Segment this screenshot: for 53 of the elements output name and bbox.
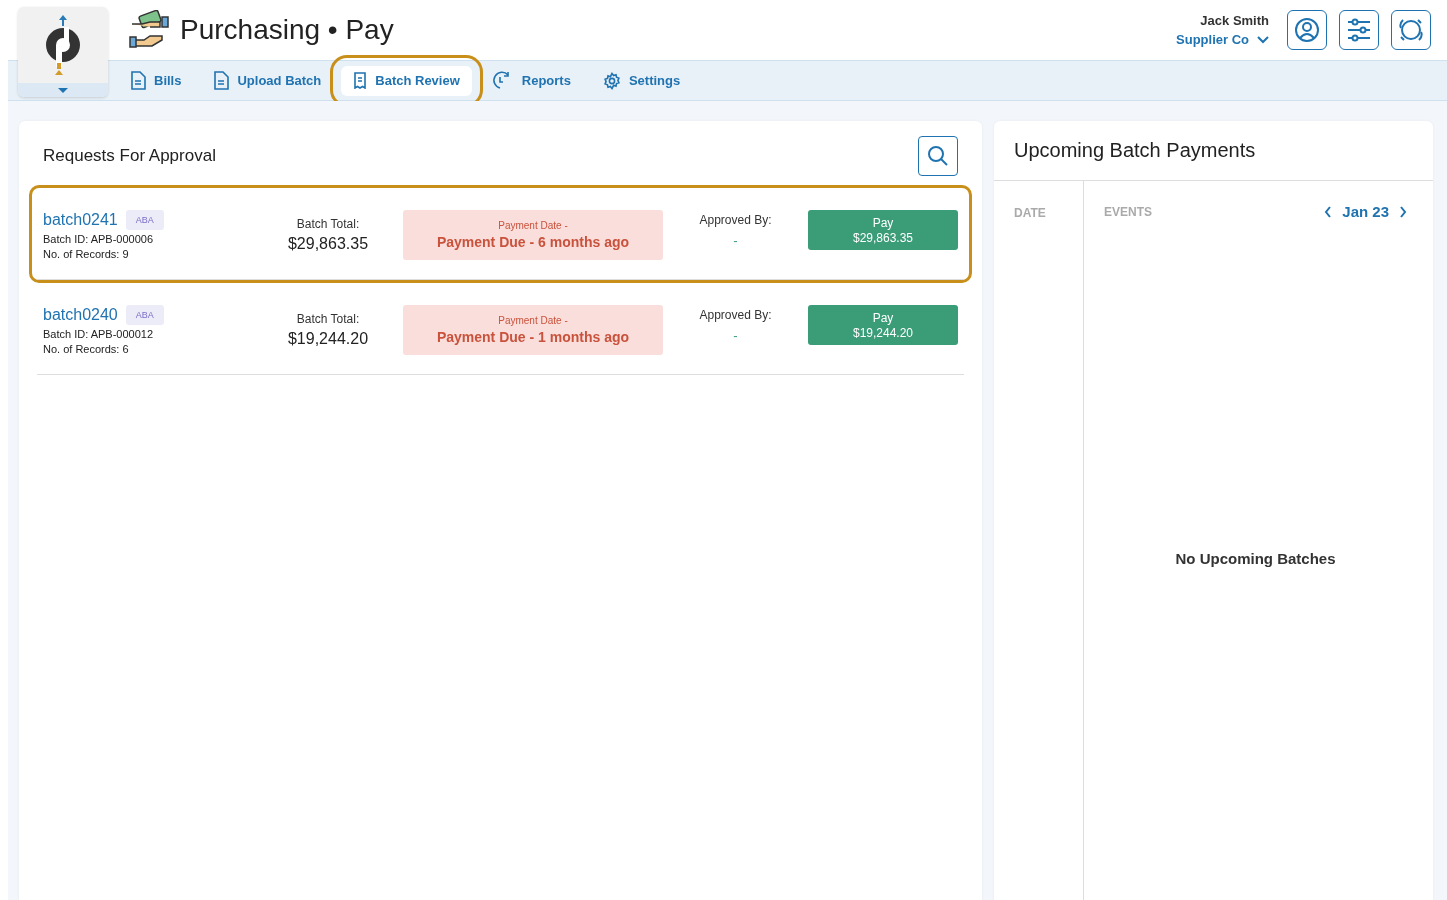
record-count: No. of Records: 6 [43, 343, 130, 355]
receipt-icon [353, 72, 368, 89]
chevron-down-icon [1257, 35, 1269, 44]
logo-tile[interactable] [18, 7, 108, 97]
help-button[interactable] [1391, 10, 1431, 50]
chevron-left-icon[interactable] [1324, 205, 1333, 218]
approved-label: Approved By: [699, 213, 772, 227]
payment-date-label: Payment Date - [498, 315, 568, 326]
batch-tag: ABA [125, 305, 164, 325]
filters-button[interactable] [1339, 10, 1379, 50]
nav-tab[interactable]: Reports [479, 65, 583, 96]
total-label: Batch Total: [296, 217, 360, 231]
batch-id: Batch ID: APB-000006 [43, 233, 155, 245]
nav-tab[interactable]: Bills [118, 65, 194, 96]
approver: - [733, 328, 738, 343]
column-header: DATE [1014, 206, 1046, 220]
sliders-icon [1346, 18, 1372, 42]
nav-tab[interactable]: Batch Review [341, 65, 472, 96]
record-count: No. of Records: 9 [43, 248, 130, 260]
card-title: Upcoming Batch Payments [994, 121, 1433, 181]
search-button[interactable] [918, 136, 958, 176]
document-icon [130, 71, 146, 90]
profile-button[interactable] [1287, 10, 1327, 50]
payment-date-label: Payment Date - [498, 220, 568, 231]
user-circle-icon [1294, 17, 1320, 43]
lifebuoy-icon [1398, 17, 1424, 43]
chevron-right-icon[interactable] [1399, 205, 1407, 218]
batch-link[interactable]: batch0241 [43, 211, 118, 229]
total-label: Batch Total: [296, 312, 360, 326]
company-dropdown[interactable]: Supplier Co [1176, 32, 1269, 47]
empty-message: No Upcoming Batches [1175, 550, 1336, 569]
batch-tag: ABA [125, 210, 164, 230]
payment-due-text: Payment Due - 6 months ago [436, 234, 630, 250]
app-title: Purchasing • Pay [180, 14, 394, 46]
search-icon [927, 145, 949, 167]
nav-tab[interactable]: Upload Batch [201, 65, 334, 96]
approver: - [733, 233, 738, 248]
money-hands-icon [128, 10, 170, 50]
user-name: Jack Smith [1200, 13, 1269, 28]
batch-total: $29,863.35 [287, 235, 369, 253]
batch-link[interactable]: batch0240 [43, 306, 118, 324]
card-title: Requests For Approval [43, 146, 216, 166]
approved-label: Approved By: [699, 308, 772, 322]
month-label: Jan 23 [1342, 203, 1389, 220]
payment-due-text: Payment Due - 1 months ago [436, 329, 630, 345]
pay-button[interactable]: Pay $19,244.20 [808, 305, 958, 345]
batch-total: $19,244.20 [287, 330, 369, 348]
settings-icon [602, 71, 621, 90]
nav-tab[interactable]: Settings [590, 65, 693, 96]
column-header: EVENTS [1104, 204, 1152, 219]
batch-id: Batch ID: APB-000012 [43, 328, 155, 340]
pay-button[interactable]: Pay $29,863.35 [808, 210, 958, 250]
document-icon [213, 71, 230, 90]
